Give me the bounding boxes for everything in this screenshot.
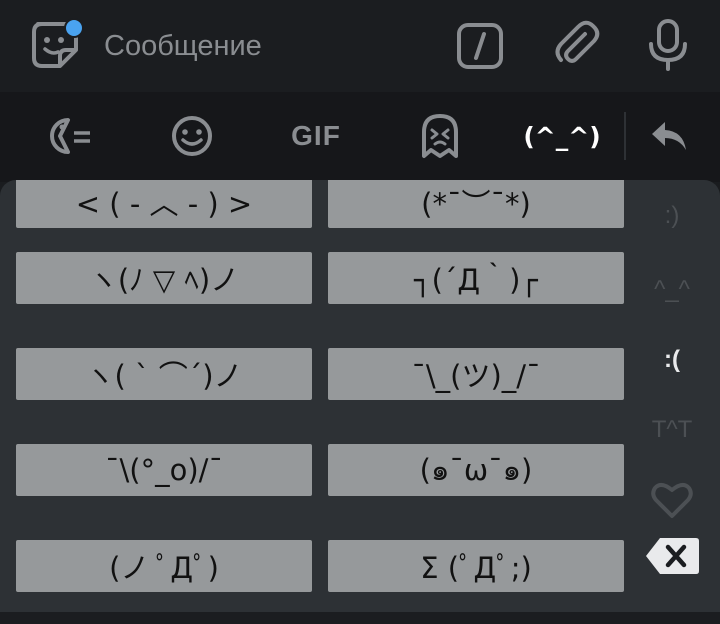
tab-divider: [624, 112, 626, 160]
category-happy[interactable]: :): [632, 202, 712, 230]
kaomoji-item[interactable]: < ( - ︿ - ) >: [16, 180, 312, 228]
recent-emoji-icon: [50, 118, 90, 154]
kaomoji-item[interactable]: ┐(´Д｀)┌: [328, 252, 624, 304]
kaomoji-item[interactable]: (๑¯ω¯๑): [328, 444, 624, 496]
backspace-icon[interactable]: [644, 536, 700, 576]
message-compose-bar: Сообщение: [0, 0, 720, 92]
kaomoji-item[interactable]: Σ (ﾟДﾟ;): [328, 540, 624, 592]
paperclip-icon[interactable]: [552, 20, 602, 70]
kaomoji-item[interactable]: (*¯︶¯*): [328, 180, 624, 228]
message-input[interactable]: Сообщение: [104, 24, 424, 68]
command-slash-icon[interactable]: [456, 22, 504, 70]
recent-emoji-tab[interactable]: [42, 108, 98, 164]
category-cry[interactable]: T^T: [632, 416, 712, 444]
emoji-smiley-tab[interactable]: [164, 108, 220, 164]
back-arrow-icon: [652, 122, 686, 150]
sticker-tab[interactable]: [412, 108, 468, 164]
heart-icon[interactable]: [650, 480, 694, 520]
kaomoji-item[interactable]: ¯\(°_o)/¯: [16, 444, 312, 496]
kaomoji-item[interactable]: ヽ( ` ⌒´)ノ: [16, 348, 312, 400]
sticker-ghost-icon: [422, 114, 458, 158]
notification-dot: [64, 18, 84, 38]
kaomoji-tab[interactable]: (^_^): [522, 108, 602, 164]
kaomoji-item[interactable]: ヽ(ﾉ ▽ ﾍ)ノ: [16, 252, 312, 304]
gif-tab[interactable]: GIF: [280, 108, 352, 164]
kaomoji-item[interactable]: (ノ ﾟДﾟ): [16, 540, 312, 592]
emoji-tab-bar: GIF (^_^): [0, 92, 720, 182]
kaomoji-panel: < ( - ︿ - ) > (*¯︶¯*) ヽ(ﾉ ▽ ﾍ)ノ ┐(´Д｀)┌ …: [0, 180, 720, 624]
category-sad[interactable]: :(: [632, 346, 712, 374]
microphone-icon[interactable]: [644, 18, 692, 72]
kaomoji-item[interactable]: ¯\_(ツ)_/¯: [328, 348, 624, 400]
smiley-icon: [172, 116, 212, 156]
panel-bottom-edge: [0, 612, 720, 624]
category-joy[interactable]: ^_^: [632, 276, 712, 304]
back-button[interactable]: [644, 108, 694, 164]
